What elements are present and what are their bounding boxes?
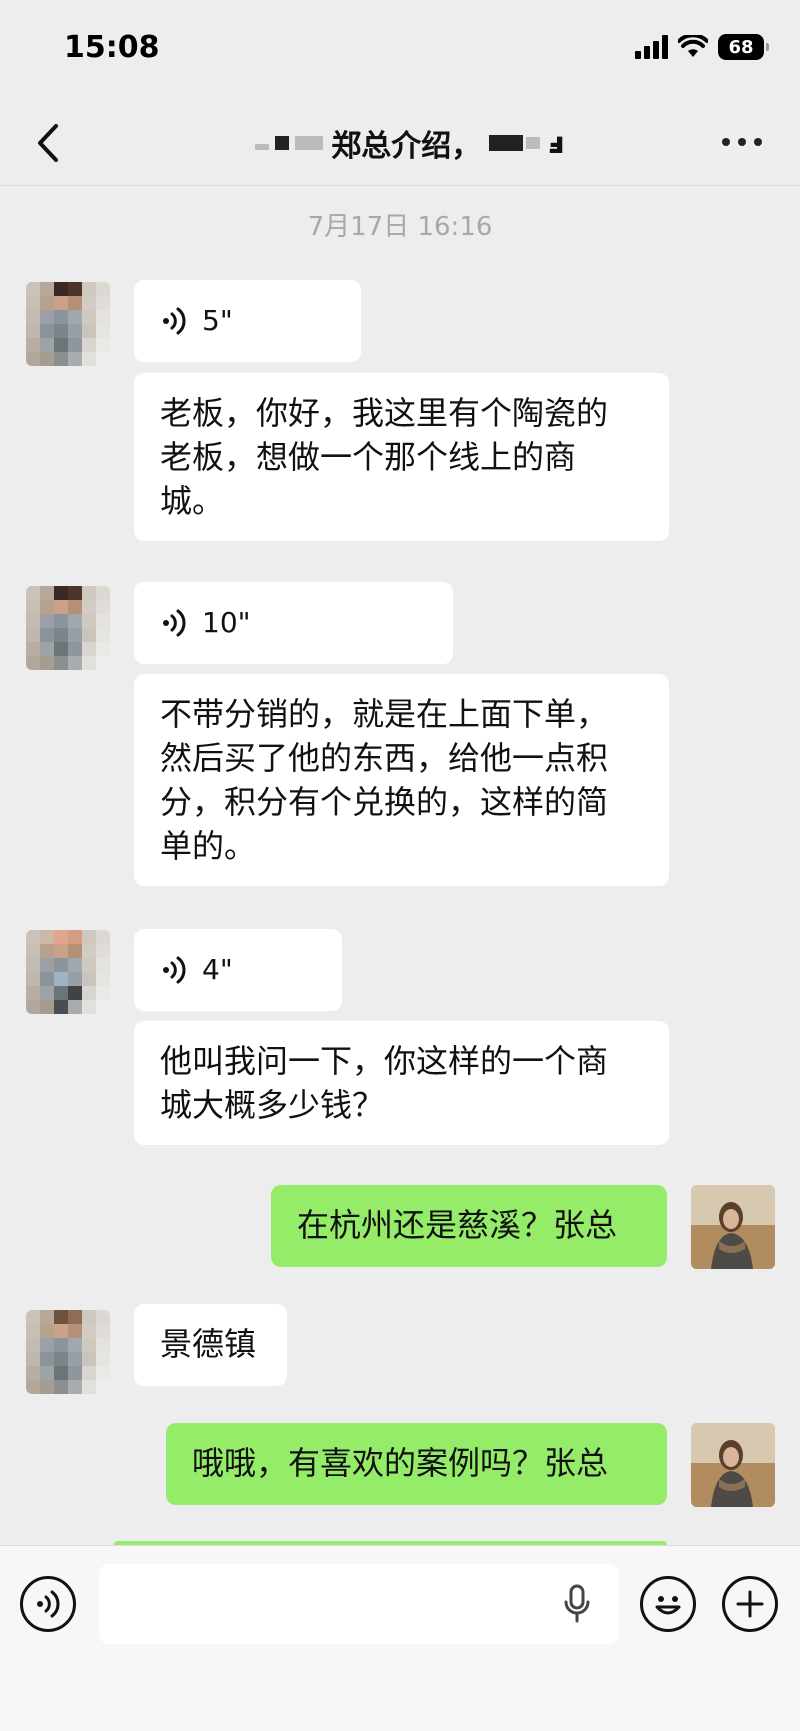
chat-timestamp: 7月17日 16:16 bbox=[307, 212, 493, 242]
more-dots-icon[interactable] bbox=[722, 138, 762, 146]
contact-avatar[interactable] bbox=[26, 282, 110, 366]
contact-avatar[interactable] bbox=[26, 586, 110, 670]
voice-wave-icon bbox=[163, 307, 186, 335]
message-line: 老板，你好，我这里有个陶瓷的 bbox=[160, 394, 609, 432]
message-line: 然后买了他的东西，给他一点积 bbox=[160, 739, 609, 777]
chat-title-text: 郑总介绍， bbox=[331, 129, 482, 164]
contact-avatar[interactable] bbox=[26, 1310, 110, 1394]
message-input[interactable] bbox=[99, 1564, 619, 1644]
input-bar bbox=[0, 1545, 800, 1731]
message-line: 城大概多少钱？ bbox=[160, 1086, 385, 1124]
battery-level: 68 bbox=[728, 36, 754, 58]
redacted-block bbox=[489, 135, 541, 151]
chat-header: 郑总介绍， ⅎ bbox=[0, 100, 800, 186]
voice-wave-icon bbox=[163, 609, 186, 637]
message-line: 他叫我问一下，你这样的一个商 bbox=[160, 1042, 609, 1080]
battery-icon: 68 bbox=[718, 34, 769, 60]
message-line: 哦哦，有喜欢的案例吗？张总 bbox=[192, 1444, 609, 1482]
my-avatar[interactable] bbox=[691, 1423, 775, 1507]
message-line: 老板，想做一个那个线上的商 bbox=[160, 438, 577, 476]
message-bubble-sent[interactable]: 在杭州还是慈溪？张总 bbox=[271, 1185, 667, 1267]
status-time: 15:08 bbox=[64, 30, 160, 65]
emoji-icon[interactable] bbox=[640, 1576, 696, 1632]
voice-message[interactable]: 10" bbox=[134, 582, 453, 664]
message-bubble[interactable]: 景德镇 bbox=[134, 1304, 287, 1386]
message-line: 单的。 bbox=[160, 827, 257, 865]
status-bar: 15:08 68 bbox=[0, 0, 800, 100]
voice-wave-icon bbox=[37, 1590, 60, 1618]
smiley-face-icon bbox=[655, 1596, 681, 1615]
chevron-left-icon[interactable] bbox=[28, 118, 68, 168]
portrait-image bbox=[691, 1423, 775, 1507]
chat-title: 郑总介绍， ⅎ bbox=[200, 118, 620, 168]
voice-duration: 10" bbox=[202, 606, 251, 639]
my-avatar[interactable] bbox=[691, 1185, 775, 1269]
plus-icon[interactable] bbox=[722, 1576, 778, 1632]
cellular-signal-icon bbox=[635, 35, 668, 59]
message-line: 景德镇 bbox=[160, 1325, 257, 1363]
message-bubble[interactable]: 不带分销的，就是在上面下单， 然后买了他的东西，给他一点积 分，积分有个兑换的，… bbox=[134, 674, 669, 886]
message-bubble[interactable]: 他叫我问一下，你这样的一个商 城大概多少钱？ bbox=[134, 1021, 669, 1145]
chat-title-suffix: ⅎ bbox=[548, 125, 565, 161]
voice-message[interactable]: 4" bbox=[134, 929, 342, 1011]
status-icons: 68 bbox=[635, 34, 769, 60]
message-line: 分，积分有个兑换的，这样的简 bbox=[160, 783, 609, 821]
portrait-image bbox=[691, 1185, 775, 1269]
contact-avatar[interactable] bbox=[26, 930, 110, 1014]
voice-wave-icon bbox=[163, 956, 186, 984]
message-line: 不带分销的，就是在上面下单， bbox=[160, 695, 609, 733]
plus-sign-icon bbox=[736, 1590, 764, 1618]
voice-message[interactable]: 5" bbox=[134, 280, 361, 362]
voice-duration: 4" bbox=[202, 953, 233, 986]
voice-duration: 5" bbox=[202, 304, 233, 337]
voice-mode-icon[interactable] bbox=[20, 1576, 76, 1632]
message-bubble[interactable]: 老板，你好，我这里有个陶瓷的 老板，想做一个那个线上的商 城。 bbox=[134, 373, 669, 541]
message-line: 城。 bbox=[160, 482, 225, 520]
message-line: 在杭州还是慈溪？张总 bbox=[297, 1206, 618, 1244]
redacted-block bbox=[255, 136, 324, 150]
microphone-icon[interactable] bbox=[563, 1584, 591, 1624]
wifi-icon bbox=[678, 35, 708, 57]
message-bubble-sent[interactable]: 哦哦，有喜欢的案例吗？张总 bbox=[166, 1423, 667, 1505]
